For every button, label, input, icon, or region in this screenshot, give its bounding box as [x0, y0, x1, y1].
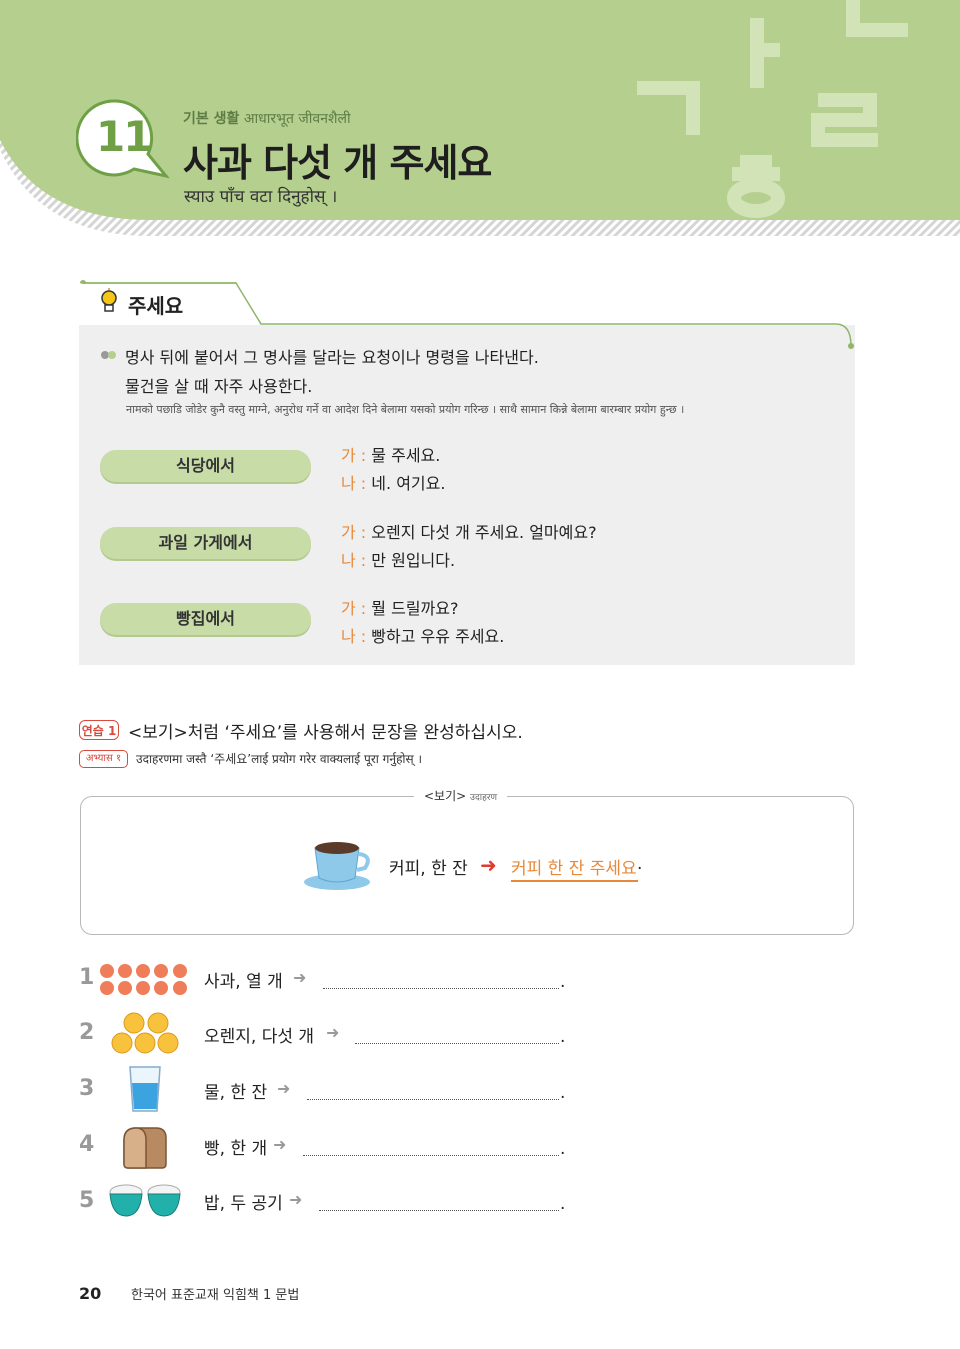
lesson-header: 11 기본 생활 आधारभूत जीवनशैली 사과 다섯 개 주세요 स्… [0, 0, 960, 236]
lightbulb-icon [101, 288, 117, 312]
item-cue: 오렌지, 다섯 개 [204, 1027, 315, 1047]
speaker-label: 나 : [341, 474, 367, 493]
exercise-instruction-nepali: उदाहरणमा जस्तै ‘주세요’लाई प्रयोग गरेर वाक्… [136, 752, 423, 766]
answer-blank[interactable] [303, 1155, 559, 1156]
grammar-tab-frame [79, 280, 854, 349]
item-cue: 빵, 한 개 [204, 1139, 268, 1159]
category-ko: 기본 생활 [183, 111, 240, 127]
dialogue-text: 오렌지 다섯 개 주세요. 얼마예요? [371, 523, 597, 542]
dialogue-text: 네. 여기요. [371, 474, 446, 493]
exercise-badge-nepali: अभ्यास १ [79, 750, 128, 768]
speaker-label: 가 : [341, 523, 367, 542]
dialogue-line: 나 : 빵하고 우유 주세요. [341, 623, 504, 647]
item-period: . [560, 972, 566, 992]
example-answer: 커피 한 잔 주세요 [511, 859, 637, 879]
dialogue-line: 가 : 오렌지 다섯 개 주세요. 얼마예요? [341, 519, 597, 543]
category-label: 기본 생활 आधारभूत जीवनशैली [183, 108, 351, 128]
item-number: 2 [79, 1020, 95, 1045]
arrow-icon: ➜ [273, 1135, 287, 1154]
lesson-subtitle: स्याउ पाँच वटा दिनुहोस् । [184, 187, 338, 207]
item-period: . [560, 1027, 566, 1047]
bread-icon [123, 1127, 167, 1169]
water-glass-icon [129, 1066, 161, 1112]
situation-pill-restaurant: 식당에서 [100, 450, 311, 482]
dialogue-line: 가 : 물 주세요. [341, 442, 440, 466]
exercise-badge: 연습 1 [79, 720, 119, 740]
situation-pill-fruit-store: 과일 가게에서 [100, 527, 311, 559]
dialogue-line: 가 : 뭘 드릴까요? [341, 595, 458, 619]
coffee-cup-icon [304, 842, 370, 890]
item-number: 4 [79, 1132, 95, 1157]
item-cue: 물, 한 잔 [204, 1083, 268, 1103]
lesson-title: 사과 다섯 개 주세요 [183, 141, 492, 185]
dialogue-text: 만 원입니다. [371, 551, 456, 570]
arrow-icon: ➜ [326, 1023, 340, 1042]
dialogue-line: 나 : 만 원입니다. [341, 547, 455, 571]
book-title: 한국어 표준교재 익힘책 1 문법 [131, 1288, 300, 1303]
example-period: . [637, 854, 643, 874]
apples-icon [100, 964, 187, 995]
grammar-desc-nepali: नामको पछाडि जोडेर कुनै वस्तु माग्ने, अनु… [126, 403, 685, 416]
exercise-instruction: <보기>처럼 ‘주세요’를 사용해서 문장을 완성하십시오. [128, 723, 523, 743]
answer-blank[interactable] [323, 988, 559, 989]
speaker-label: 나 : [341, 627, 367, 646]
item-cue: 사과, 열 개 [204, 972, 283, 992]
rice-bowls-icon [109, 1184, 181, 1217]
example-answer-underline [511, 880, 638, 882]
grammar-desc-line2: 물건을 살 때 자주 사용한다. [125, 377, 313, 396]
item-period: . [560, 1083, 566, 1103]
item-period: . [560, 1139, 566, 1159]
example-label-ne: उदाहरण [470, 793, 498, 803]
page-number: 20 [79, 1284, 102, 1303]
category-ne: आधारभूत जीवनशैली [243, 111, 351, 127]
bullet-icon [101, 351, 116, 359]
arrow-icon: ➜ [293, 968, 307, 987]
example-label: <보기> उदाहरण [414, 787, 508, 804]
dialogue-text: 빵하고 우유 주세요. [371, 627, 505, 646]
grammar-desc-line1: 명사 뒤에 붙어서 그 명사를 달라는 요청이나 명령을 나타낸다. [125, 348, 539, 367]
arrow-icon: ➜ [289, 1190, 303, 1209]
dialogue-text: 뭘 드릴까요? [371, 599, 459, 618]
answer-blank[interactable] [319, 1210, 559, 1211]
example-cue: 커피, 한 잔 [389, 859, 468, 879]
oranges-icon [111, 1012, 179, 1054]
item-number: 1 [79, 965, 95, 990]
lesson-number: 11 [96, 112, 152, 161]
item-period: . [560, 1194, 566, 1214]
item-number: 3 [79, 1076, 95, 1101]
item-number: 5 [79, 1188, 95, 1213]
dialogue-text: 물 주세요. [371, 446, 441, 465]
item-cue: 밥, 두 공기 [204, 1194, 283, 1214]
situation-pill-bakery: 빵집에서 [100, 603, 311, 635]
speaker-label: 가 : [341, 599, 367, 618]
red-arrow-icon: ➜ [480, 853, 497, 877]
answer-blank[interactable] [355, 1043, 559, 1044]
dialogue-line: 나 : 네. 여기요. [341, 470, 445, 494]
arrow-icon: ➜ [277, 1079, 291, 1098]
speaker-label: 나 : [341, 551, 367, 570]
answer-blank[interactable] [307, 1099, 559, 1100]
grammar-tab-label: 주세요 [128, 294, 184, 318]
speaker-label: 가 : [341, 446, 367, 465]
example-label-ko: <보기> [424, 789, 467, 803]
